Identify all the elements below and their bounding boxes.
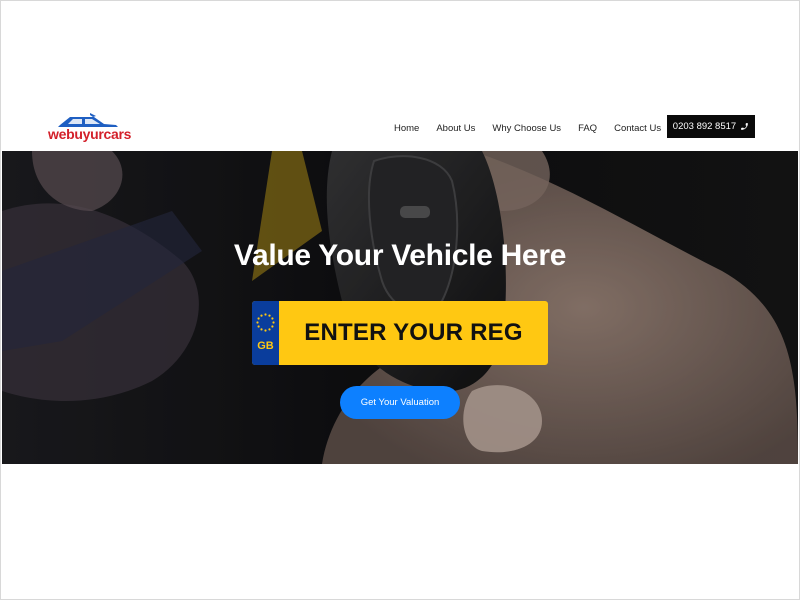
hero-title: Value Your Vehicle Here xyxy=(233,239,567,272)
phone-number: 0203 892 8517 xyxy=(672,121,737,132)
registration-input[interactable]: GB ENTER YOUR REG xyxy=(252,301,548,365)
nav-contact-us[interactable]: Contact Us xyxy=(614,123,661,134)
hero-section: Value Your Vehicle Here GB ENTER YOUR RE… xyxy=(2,151,798,464)
main-nav: Home About Us Why Choose Us FAQ Contact … xyxy=(386,120,678,136)
phone-icon xyxy=(740,122,749,131)
nav-faq[interactable]: FAQ xyxy=(578,123,597,134)
plate-badge: GB xyxy=(252,301,279,365)
page: webuyurcars Home About Us Why Choose Us … xyxy=(0,0,800,600)
plate-country-code: GB xyxy=(257,340,274,352)
eu-stars-icon xyxy=(256,313,275,332)
registration-placeholder: ENTER YOUR REG xyxy=(304,319,523,346)
phone-button[interactable]: 0203 892 8517 xyxy=(667,115,755,138)
get-valuation-button[interactable]: Get Your Valuation xyxy=(340,386,460,419)
brand-logo[interactable]: webuyurcars xyxy=(46,111,132,145)
nav-about-us[interactable]: About Us xyxy=(436,123,475,134)
site-header: webuyurcars Home About Us Why Choose Us … xyxy=(0,106,800,150)
nav-why-choose-us[interactable]: Why Choose Us xyxy=(492,123,561,134)
logo-text: webuyurcars xyxy=(48,126,132,142)
nav-home[interactable]: Home xyxy=(394,123,419,134)
